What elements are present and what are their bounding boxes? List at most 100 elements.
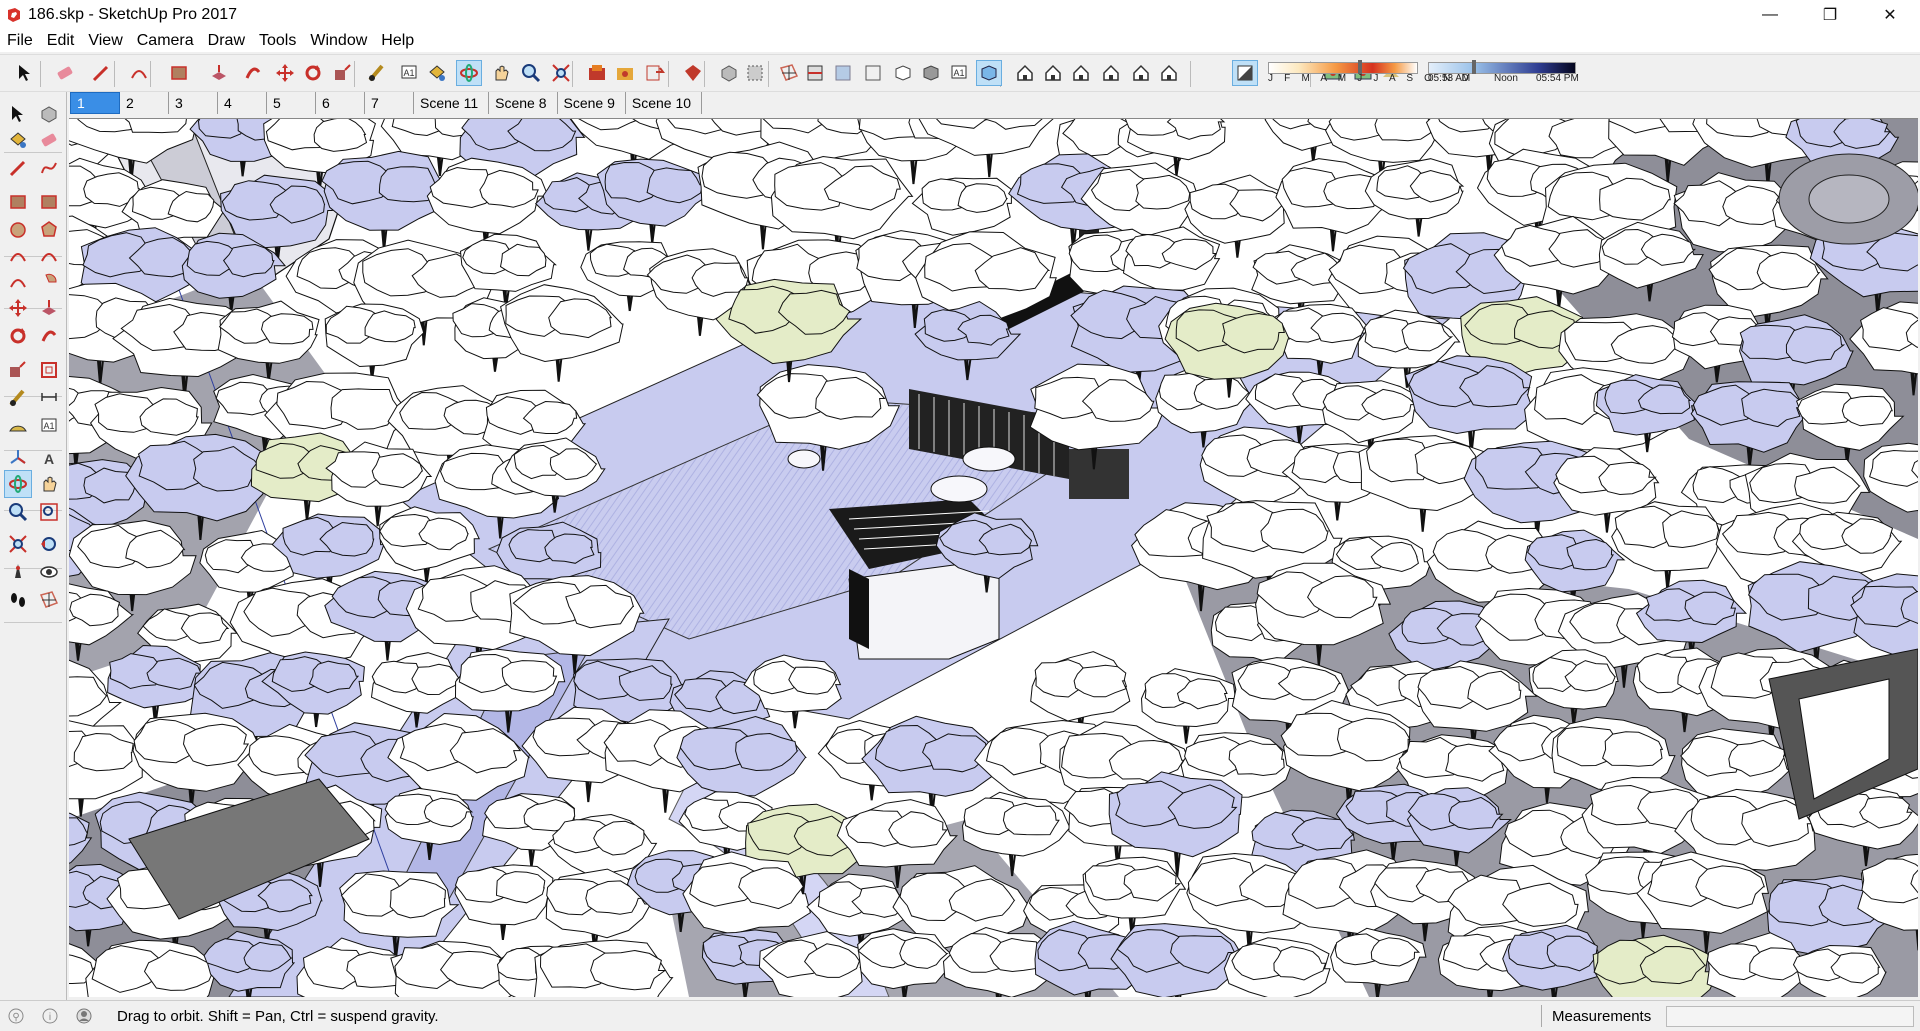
palette-scale-button[interactable] (4, 356, 32, 384)
toolbar-component-button[interactable] (716, 60, 742, 86)
palette-zoom-extents-button[interactable] (4, 530, 32, 558)
palette-make-component-button[interactable] (35, 100, 63, 128)
palette-rectangle-button[interactable] (4, 188, 32, 216)
scene-tab-7[interactable]: 7 (365, 92, 414, 114)
palette-three-point-arc-button[interactable] (4, 268, 32, 296)
user-account-icon[interactable] (76, 1008, 92, 1024)
palette-look-around-button[interactable] (35, 558, 63, 586)
palette-move-button[interactable] (4, 294, 32, 322)
toolbar-orbit-button[interactable] (456, 60, 482, 86)
menu-edit[interactable]: Edit (40, 32, 82, 50)
toolbar-iso-view-button[interactable] (1012, 60, 1038, 86)
measurements-input[interactable] (1666, 1006, 1914, 1027)
palette-tape-measure-button[interactable] (4, 384, 32, 412)
menu-camera[interactable]: Camera (130, 32, 201, 50)
month-slider-thumb[interactable] (1358, 60, 1363, 74)
palette-rotated-rectangle-button[interactable] (35, 188, 63, 216)
menu-tools[interactable]: Tools (252, 32, 303, 50)
toolbar-section-display-button[interactable] (802, 60, 828, 86)
toolbar-section-plane-button[interactable] (776, 60, 802, 86)
palette-follow-me-button[interactable] (35, 322, 63, 350)
palette-axes-button[interactable] (4, 444, 32, 472)
scene-tab-5[interactable]: 5 (267, 92, 316, 114)
scene-tab-2[interactable]: 2 (120, 92, 169, 114)
scene-tab-6[interactable]: 6 (316, 92, 365, 114)
palette-two-point-arc-button[interactable] (35, 242, 63, 270)
toolbar-shaded-button[interactable] (918, 60, 944, 86)
toolbar-right-view-button[interactable] (1098, 60, 1124, 86)
toolbar-hidden-line-button[interactable] (890, 60, 916, 86)
palette-pie-button[interactable] (35, 268, 63, 296)
palette-arc-button[interactable] (4, 242, 32, 270)
toolbar-send-to-layout-button[interactable] (642, 60, 668, 86)
palette-freehand-button[interactable] (35, 154, 63, 182)
toolbar-pan-button[interactable] (488, 60, 514, 86)
toolbar-monochrome-button[interactable] (976, 60, 1002, 86)
palette-text-button[interactable]: A1 (35, 412, 63, 440)
close-button[interactable]: ✕ (1860, 0, 1920, 30)
palette-previous-view-button[interactable] (35, 530, 63, 558)
scene-tab-scene-11[interactable]: Scene 11 (414, 92, 490, 114)
palette-position-camera-button[interactable] (4, 558, 32, 586)
toolbar-rotate-button[interactable] (300, 60, 326, 86)
credits-status-icon[interactable]: i (42, 1008, 58, 1024)
scene-tab-4[interactable]: 4 (218, 92, 267, 114)
scene-tab-scene-8[interactable]: Scene 8 (489, 92, 558, 114)
toolbar-paint-bucket-button[interactable] (424, 60, 450, 86)
toolbar-xray-button[interactable] (830, 60, 856, 86)
palette-offset-button[interactable] (35, 356, 63, 384)
scene-tab-scene-9[interactable]: Scene 9 (557, 92, 626, 114)
palette-protractor-button[interactable] (4, 412, 32, 440)
toolbar-eraser-button[interactable] (52, 60, 78, 86)
toolbar-zoom-extents-button[interactable] (548, 60, 574, 86)
palette-zoom-window-button[interactable] (35, 498, 63, 526)
palette-circle-button[interactable] (4, 216, 32, 244)
toolbar-left-view-button[interactable] (1156, 60, 1182, 86)
palette-section-plane-button[interactable] (35, 586, 63, 614)
palette-pan-button[interactable] (35, 470, 63, 498)
maximize-button[interactable]: ❐ (1800, 0, 1860, 30)
palette-zoom-button[interactable] (4, 498, 32, 526)
model-viewport[interactable] (69, 118, 1918, 997)
toolbar-zoom-button[interactable] (518, 60, 544, 86)
toolbar-move-button[interactable] (272, 60, 298, 86)
palette-push-pull-button[interactable] (35, 294, 63, 322)
toolbar-shadows-toggle-button[interactable] (1232, 60, 1258, 86)
toolbar-tape-measure-button[interactable] (364, 60, 390, 86)
palette-walk-button[interactable] (4, 586, 32, 614)
menu-window[interactable]: Window (303, 32, 374, 50)
palette-rotate-button[interactable] (4, 322, 32, 350)
menu-view[interactable]: View (81, 32, 129, 50)
toolbar-follow-me-button[interactable] (240, 60, 266, 86)
palette-dimension-button[interactable] (35, 384, 63, 412)
toolbar-push-pull-button[interactable] (206, 60, 232, 86)
palette-paint-bucket-button[interactable] (4, 126, 32, 154)
toolbar-top-view-button[interactable] (1040, 60, 1066, 86)
palette-eraser-button[interactable] (35, 126, 63, 154)
toolbar-wireframe-button[interactable] (860, 60, 886, 86)
model-scene[interactable] (69, 119, 1918, 997)
toolbar-group-button[interactable] (742, 60, 768, 86)
menu-draw[interactable]: Draw (201, 32, 252, 50)
toolbar-select-button[interactable] (12, 60, 38, 86)
toolbar-scale-button[interactable] (330, 60, 356, 86)
geo-location-status-icon[interactable]: ⚲ (8, 1008, 24, 1024)
palette-line-button[interactable] (4, 154, 32, 182)
toolbar-front-view-button[interactable] (1068, 60, 1094, 86)
minimize-button[interactable]: — (1740, 0, 1800, 30)
palette-select-button[interactable] (4, 100, 32, 128)
toolbar-pencil-line-button[interactable] (88, 60, 114, 86)
scene-tab-3[interactable]: 3 (169, 92, 218, 114)
toolbar-3d-warehouse-button[interactable] (584, 60, 610, 86)
toolbar-extension-warehouse-button[interactable] (612, 60, 638, 86)
palette-polygon-button[interactable] (35, 216, 63, 244)
toolbar-rectangle-button[interactable] (166, 60, 192, 86)
menu-help[interactable]: Help (374, 32, 421, 50)
toolbar-ruby-button[interactable] (680, 60, 706, 86)
toolbar-back-view-button[interactable] (1128, 60, 1154, 86)
menu-file[interactable]: File (0, 32, 40, 50)
palette-orbit-button[interactable] (4, 470, 32, 498)
toolbar-arc-button[interactable] (126, 60, 152, 86)
toolbar-text-button[interactable]: A1 (396, 60, 422, 86)
time-slider-thumb[interactable] (1471, 60, 1476, 74)
